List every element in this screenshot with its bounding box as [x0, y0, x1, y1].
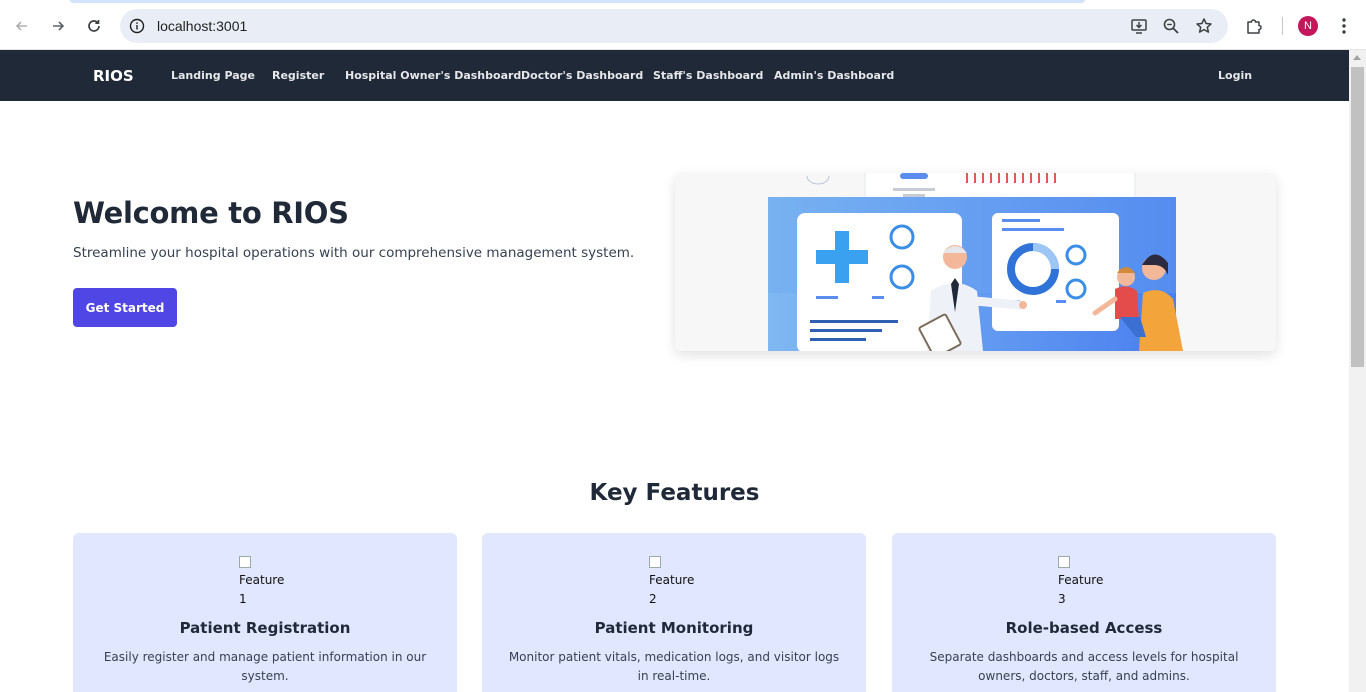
- broken-image-icon: [1058, 555, 1070, 568]
- zoom-icon[interactable]: [1162, 17, 1180, 35]
- bookmark-star-icon[interactable]: [1195, 17, 1213, 35]
- nav-link-staff-dashboard[interactable]: Staff's Dashboard: [653, 69, 763, 82]
- feature-image-placeholder: Feature 1: [239, 552, 284, 609]
- feature-image-placeholder: Feature 3: [1058, 552, 1103, 609]
- nav-link-landing-page[interactable]: Landing Page: [171, 69, 255, 82]
- install-app-icon[interactable]: [1130, 17, 1148, 35]
- feature-description: Monitor patient vitals, medication logs,…: [508, 650, 840, 683]
- feature-image-alt-line1: Feature: [649, 573, 695, 587]
- hero-illustration: [675, 173, 1276, 351]
- feature-image-alt-line2: 3: [1058, 592, 1066, 606]
- nav-link-admin-dashboard[interactable]: Admin's Dashboard: [774, 69, 894, 82]
- page-viewport: RIOS Landing Page Register Hospital Owne…: [0, 50, 1349, 692]
- feature-card: Feature 3 Role-based Access Separate das…: [892, 533, 1276, 692]
- features-section-title: Key Features: [589, 480, 760, 506]
- hospital-illustration-icon: [768, 173, 1183, 351]
- reload-icon: [88, 20, 100, 32]
- feature-image-placeholder: Feature 2: [649, 552, 694, 609]
- active-tab-indicator: [70, 0, 1085, 3]
- arrow-right-icon: [53, 21, 65, 31]
- feature-description: Separate dashboards and access levels fo…: [929, 650, 1239, 683]
- back-button[interactable]: [8, 12, 36, 40]
- browser-menu-button[interactable]: [1330, 12, 1358, 40]
- app-navbar: RIOS Landing Page Register Hospital Owne…: [0, 50, 1349, 101]
- arrow-left-icon: [15, 21, 27, 31]
- brand-logo[interactable]: RIOS: [93, 67, 134, 85]
- profile-avatar[interactable]: N: [1298, 16, 1318, 36]
- feature-title: Patient Monitoring: [594, 619, 754, 637]
- broken-image-icon: [239, 555, 251, 568]
- scrollbar-thumb[interactable]: [1351, 67, 1364, 367]
- nav-link-login[interactable]: Login: [1218, 69, 1252, 82]
- reload-button[interactable]: [80, 12, 108, 40]
- extensions-button[interactable]: [1240, 12, 1268, 40]
- feature-image-alt-line1: Feature: [239, 573, 285, 587]
- url-text[interactable]: localhost:3001: [157, 18, 247, 34]
- nav-link-hospital-owner-dashboard[interactable]: Hospital Owner's Dashboard: [345, 69, 521, 82]
- scroll-up-arrow-icon[interactable]: [1353, 55, 1361, 60]
- browser-toolbar: localhost:3001 N: [0, 0, 1366, 50]
- puzzle-icon: [1247, 19, 1262, 34]
- site-info-icon[interactable]: [128, 17, 146, 35]
- hero-title: Welcome to RIOS: [73, 196, 349, 230]
- kebab-menu-icon: [1342, 18, 1346, 34]
- nav-link-register[interactable]: Register: [272, 69, 324, 82]
- forward-button[interactable]: [44, 12, 72, 40]
- feature-title: Role-based Access: [1005, 619, 1163, 637]
- feature-image-alt-line1: Feature: [1058, 573, 1104, 587]
- feature-card: Feature 1 Patient Registration Easily re…: [73, 533, 457, 692]
- get-started-button[interactable]: Get Started: [73, 288, 177, 327]
- address-bar[interactable]: localhost:3001: [120, 9, 1228, 43]
- feature-image-alt-line2: 1: [239, 592, 247, 606]
- feature-description: Easily register and manage patient infor…: [103, 650, 427, 683]
- broken-image-icon: [649, 555, 661, 568]
- feature-image-alt-line2: 2: [649, 592, 657, 606]
- feature-title: Patient Registration: [179, 619, 351, 637]
- page-scrollbar[interactable]: [1349, 50, 1366, 692]
- feature-card: Feature 2 Patient Monitoring Monitor pat…: [482, 533, 866, 692]
- toolbar-divider: [1282, 17, 1283, 35]
- nav-link-doctor-dashboard[interactable]: Doctor's Dashboard: [521, 69, 643, 82]
- hero-subtitle: Streamline your hospital operations with…: [73, 245, 635, 261]
